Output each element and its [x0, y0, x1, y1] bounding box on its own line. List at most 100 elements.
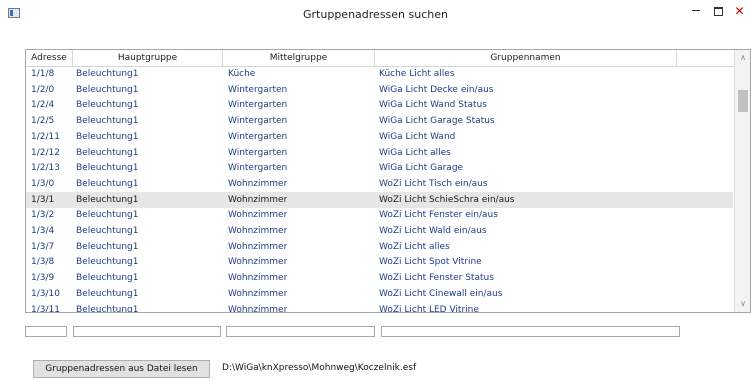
cell-adresse: 1/1/8: [31, 69, 55, 79]
cell-hauptgruppe: Beleuchtung1: [76, 131, 139, 142]
cell-hauptgruppe: Beleuchtung1: [76, 84, 139, 95]
cell-gruppenname: WiGa Licht Garage Status: [379, 116, 495, 127]
table-row[interactable]: 1/3/10 Beleuchtung1 Wohnzimmer WoZi Licht C…: [26, 286, 733, 302]
cell-adresse: 1/3/1: [31, 194, 55, 205]
cell-adresse: 1/3/0: [31, 178, 55, 189]
cell-mittelgruppe: Wintergarten: [228, 163, 288, 174]
cell-mittelgruppe: Wohnzimmer: [228, 210, 288, 221]
maximize-icon: [713, 7, 723, 16]
cell-adresse: 1/3/10: [31, 288, 60, 299]
cell-hauptgruppe: Beleuchtung1: [76, 178, 139, 189]
cell-adresse: 1/3/9: [31, 273, 55, 284]
table-row[interactable]: 1/3/8 Beleuchtung1 Wohnzimmer WoZi Licht Sp…: [26, 254, 733, 270]
cell-adresse: 1/3/11: [31, 304, 60, 313]
cell-gruppenname: WoZi Licht Tisch ein/aus: [379, 178, 488, 189]
cell-gruppenname: WiGa Licht Wand: [379, 131, 456, 142]
cell-hauptgruppe: Beleuchtung1: [76, 241, 139, 252]
cell-mittelgruppe: Wintergarten: [228, 147, 288, 158]
vertical-scrollbar[interactable]: ∧ ∨: [734, 50, 750, 312]
scroll-thumb[interactable]: [738, 90, 748, 112]
read-from-file-button[interactable]: Gruppenadressen aus Datei lesen: [33, 360, 210, 378]
filter-gruppenname-input[interactable]: [381, 326, 680, 337]
cell-gruppenname: WiGa Licht Wand Status: [379, 100, 487, 111]
cell-hauptgruppe: Beleuchtung1: [76, 69, 139, 79]
table-row[interactable]: 1/3/7 Beleuchtung1 Wohnzimmer WoZi Licht al…: [26, 239, 733, 255]
window-title: Grtuppenadressen suchen: [303, 8, 448, 21]
minimize-icon: [692, 10, 700, 11]
cell-adresse: 1/2/12: [31, 147, 60, 158]
cell-mittelgruppe: Wintergarten: [228, 100, 288, 111]
column-header-mittelgruppe[interactable]: Mittelgruppe: [223, 50, 375, 66]
cell-adresse: 1/2/4: [31, 100, 55, 111]
cell-gruppenname: WoZi Licht alles: [379, 241, 450, 252]
cell-mittelgruppe: Wohnzimmer: [228, 288, 288, 299]
cell-mittelgruppe: Wohnzimmer: [228, 194, 288, 205]
table-row[interactable]: 1/2/0 Beleuchtung1 Wintergarten WiGa Licht …: [26, 82, 733, 98]
cell-mittelgruppe: Wintergarten: [228, 131, 288, 142]
cell-gruppenname: WoZi Licht SchieSchra ein/aus: [379, 194, 515, 205]
table-row[interactable]: 1/2/12 Beleuchtung1 Wintergarten WiGa Licht…: [26, 145, 733, 161]
table-row[interactable]: 1/3/0 Beleuchtung1 Wohnzimmer WoZi Licht Ti…: [26, 176, 733, 192]
title-bar: Grtuppenadressen suchen ✕: [0, 0, 751, 30]
cell-gruppenname: WoZi Licht Fenster Status: [379, 273, 494, 284]
cell-hauptgruppe: Beleuchtung1: [76, 194, 139, 205]
cell-mittelgruppe: Wintergarten: [228, 116, 288, 127]
table-row[interactable]: 1/3/9 Beleuchtung1 Wohnzimmer WoZi Licht Fe…: [26, 270, 733, 286]
cell-adresse: 1/3/2: [31, 210, 55, 221]
filter-mittelgruppe-input[interactable]: [226, 326, 375, 337]
cell-adresse: 1/2/11: [31, 131, 60, 142]
table-row[interactable]: 1/3/1 Beleuchtung1 Wohnzimmer WoZi Licht Sc…: [26, 191, 733, 208]
file-path-label: D:\WiGa\knXpresso\Mohnweg\Koczelnik.esf: [222, 363, 417, 373]
table-row[interactable]: 1/3/2 Beleuchtung1 Wohnzimmer WoZi Licht Fe…: [26, 207, 733, 223]
cell-gruppenname: WoZi Licht Fenster ein/aus: [379, 210, 498, 221]
cell-adresse: 1/2/13: [31, 163, 60, 174]
cell-mittelgruppe: Wohnzimmer: [228, 241, 288, 252]
scroll-up-icon[interactable]: ∧: [735, 50, 750, 66]
cell-gruppenname: WiGa Licht Garage: [379, 163, 464, 174]
cell-adresse: 1/2/5: [31, 116, 55, 127]
cell-adresse: 1/2/0: [31, 84, 55, 95]
table-row[interactable]: 1/3/11 Beleuchtung1 Wohnzimmer WoZi Licht L…: [26, 302, 733, 313]
cell-gruppenname: WoZi Licht Cinewall ein/aus: [379, 288, 503, 299]
cell-gruppenname: WiGa Licht Decke ein/aus: [379, 84, 494, 95]
close-icon: ✕: [734, 4, 745, 18]
cell-mittelgruppe: Wohnzimmer: [228, 273, 288, 284]
maximize-button[interactable]: [708, 3, 728, 19]
column-header-adresse[interactable]: Adresse: [26, 50, 73, 66]
cell-hauptgruppe: Beleuchtung1: [76, 116, 139, 127]
cell-mittelgruppe: Wintergarten: [228, 84, 288, 95]
scroll-down-icon[interactable]: ∨: [735, 296, 750, 312]
table-row[interactable]: 1/2/5 Beleuchtung1 Wintergarten WiGa Licht …: [26, 113, 733, 129]
table-row[interactable]: 1/2/13 Beleuchtung1 Wintergarten WiGa Licht…: [26, 160, 733, 176]
cell-mittelgruppe: Küche: [228, 69, 256, 79]
cell-hauptgruppe: Beleuchtung1: [76, 100, 139, 111]
cell-hauptgruppe: Beleuchtung1: [76, 163, 139, 174]
cell-mittelgruppe: Wohnzimmer: [228, 304, 288, 313]
cell-hauptgruppe: Beleuchtung1: [76, 257, 139, 268]
close-button[interactable]: ✕: [728, 3, 751, 19]
cell-adresse: 1/3/8: [31, 257, 55, 268]
cell-mittelgruppe: Wohnzimmer: [228, 226, 288, 236]
cell-mittelgruppe: Wohnzimmer: [228, 257, 288, 268]
cell-hauptgruppe: Beleuchtung1: [76, 288, 139, 299]
cell-gruppenname: WoZi Licht Wald ein/aus: [379, 226, 487, 236]
table-row[interactable]: 1/2/4 Beleuchtung1 Wintergarten WiGa Licht …: [26, 97, 733, 113]
group-address-grid[interactable]: Adresse Hauptgruppe Mittelgruppe Gruppen…: [25, 49, 751, 313]
filter-adresse-input[interactable]: [25, 326, 67, 337]
cell-adresse: 1/3/7: [31, 241, 55, 252]
column-header-hauptgruppe[interactable]: Hauptgruppe: [73, 50, 223, 66]
grid-header: Adresse Hauptgruppe Mittelgruppe Gruppen…: [26, 50, 750, 67]
cell-mittelgruppe: Wohnzimmer: [228, 178, 288, 189]
cell-hauptgruppe: Beleuchtung1: [76, 210, 139, 221]
cell-hauptgruppe: Beleuchtung1: [76, 273, 139, 284]
filter-hauptgruppe-input[interactable]: [73, 326, 221, 337]
column-header-gruppennamen[interactable]: Gruppennamen: [375, 50, 677, 66]
cell-adresse: 1/3/4: [31, 226, 55, 236]
cell-gruppenname: WiGa Licht alles: [379, 147, 451, 158]
cell-gruppenname: WoZi Licht Spot Vitrine: [379, 257, 482, 268]
table-row[interactable]: 1/2/11 Beleuchtung1 Wintergarten WiGa Licht…: [26, 129, 733, 145]
minimize-button[interactable]: [686, 3, 706, 19]
cell-hauptgruppe: Beleuchtung1: [76, 304, 139, 313]
table-row[interactable]: 1/3/4 Beleuchtung1 Wohnzimmer WoZi Licht Wa…: [26, 223, 733, 239]
table-row[interactable]: 1/1/8 Beleuchtung1 Küche Küche Licht alles: [26, 66, 733, 82]
